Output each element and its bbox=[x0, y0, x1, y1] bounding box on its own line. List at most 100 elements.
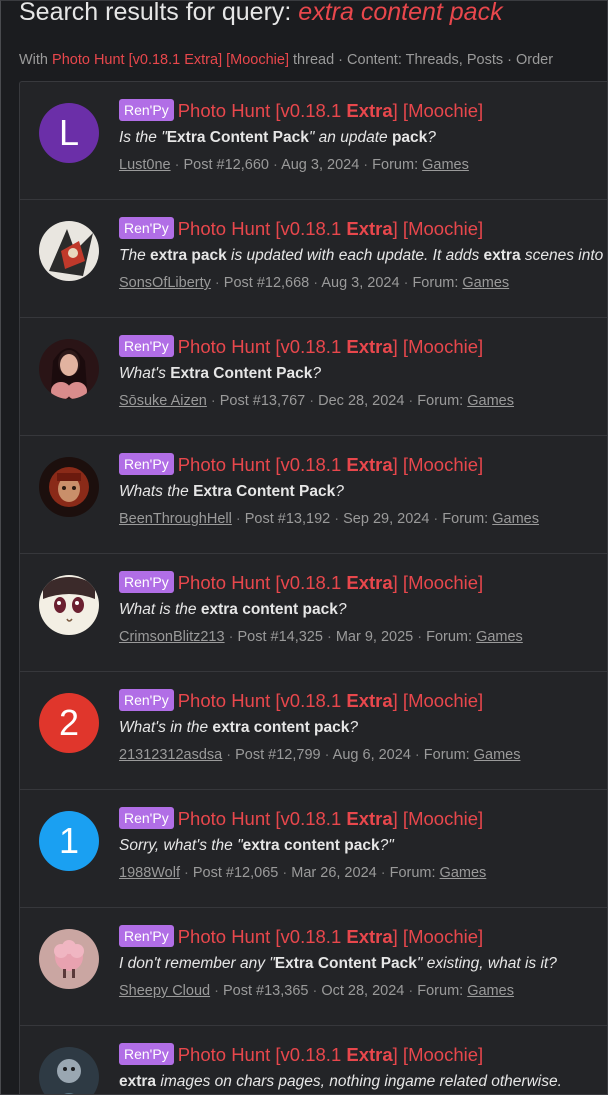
meta-separator: · bbox=[206, 393, 220, 409]
forum-link[interactable]: Games bbox=[440, 865, 487, 881]
post-date: Mar 9, 2025 bbox=[335, 629, 414, 645]
red-hair-avatar[interactable] bbox=[39, 457, 99, 517]
highlight-term: Extra Content Pack bbox=[274, 955, 417, 972]
result-title-line: Ren'Py Photo Hunt [v0.18.1 Extra] [Moochi… bbox=[119, 571, 483, 594]
username-link[interactable]: Lust0ne bbox=[119, 157, 171, 173]
avatar[interactable]: L bbox=[39, 103, 99, 163]
username-link[interactable]: 21312312asdsa bbox=[119, 747, 222, 763]
result-title-line: Ren'Py Photo Hunt [v0.18.1 Extra] [Moochi… bbox=[119, 925, 483, 948]
username-link[interactable]: BeenThroughHell bbox=[119, 511, 232, 527]
post-snippet: Sorry, what's the "extra content pack?" bbox=[119, 837, 394, 854]
thread-title-link[interactable]: Photo Hunt [v0.18.1 Extra] [Moochie] bbox=[178, 218, 483, 239]
post-number[interactable]: Post #13,365 bbox=[223, 983, 308, 999]
username-link[interactable]: Sōsuke Aizen bbox=[119, 393, 207, 409]
post-number[interactable]: Post #12,799 bbox=[235, 747, 320, 763]
highlight-term: extra content pack bbox=[242, 837, 380, 854]
search-result-item[interactable]: Ren'Py Photo Hunt [v0.18.1 Extra] [Moochi… bbox=[20, 436, 607, 554]
avatar[interactable]: 1 bbox=[39, 811, 99, 871]
highlight-term: Extra bbox=[346, 808, 393, 829]
result-title-line: Ren'Py Photo Hunt [v0.18.1 Extra] [Moochi… bbox=[119, 807, 483, 830]
post-number[interactable]: Post #13,767 bbox=[220, 393, 305, 409]
renpy-prefix-badge[interactable]: Ren'Py bbox=[119, 99, 174, 121]
anime-face-avatar[interactable] bbox=[39, 575, 99, 635]
post-date: Dec 28, 2024 bbox=[318, 393, 405, 409]
renpy-prefix-badge[interactable]: Ren'Py bbox=[119, 807, 174, 829]
highlight-term: pack bbox=[391, 129, 428, 146]
thread-title-link[interactable]: Photo Hunt [v0.18.1 Extra] [Moochie] bbox=[178, 454, 483, 475]
post-number[interactable]: Post #12,668 bbox=[224, 275, 309, 291]
post-date: Sep 29, 2024 bbox=[343, 511, 430, 527]
result-meta: BeenThroughHell · Post #13,192 · Sep 29,… bbox=[119, 511, 539, 527]
search-result-item[interactable]: Ren'Py Photo Hunt [v0.18.1 Extra] [Moochi… bbox=[20, 554, 607, 672]
post-snippet: The extra pack is updated with each upda… bbox=[119, 247, 604, 264]
avatar[interactable]: 2 bbox=[39, 693, 99, 753]
filter-suffix: thread · Content: Threads, Posts · Order bbox=[289, 52, 554, 68]
highlight-term: Extra bbox=[346, 926, 393, 947]
forum-label: Forum: bbox=[372, 157, 423, 173]
character-art-avatar[interactable] bbox=[39, 1047, 99, 1094]
thread-title-link[interactable]: Photo Hunt [v0.18.1 Extra] [Moochie] bbox=[178, 926, 483, 947]
post-date: Aug 6, 2024 bbox=[332, 747, 411, 763]
renpy-prefix-badge[interactable]: Ren'Py bbox=[119, 335, 174, 357]
forum-link[interactable]: Games bbox=[492, 511, 539, 527]
renpy-prefix-badge[interactable]: Ren'Py bbox=[119, 925, 174, 947]
renpy-prefix-badge[interactable]: Ren'Py bbox=[119, 571, 174, 593]
renpy-prefix-badge[interactable]: Ren'Py bbox=[119, 689, 174, 711]
username-link[interactable]: Sheepy Cloud bbox=[119, 983, 210, 999]
post-date: Aug 3, 2024 bbox=[321, 275, 400, 291]
thread-title-link[interactable]: Photo Hunt [v0.18.1 Extra] [Moochie] bbox=[178, 336, 483, 357]
search-query[interactable]: extra content pack bbox=[298, 1, 502, 26]
thread-title-link[interactable]: Photo Hunt [v0.18.1 Extra] [Moochie] bbox=[178, 100, 483, 121]
search-result-item[interactable]: 2 Ren'Py Photo Hunt [v0.18.1 Extra] [Mooch… bbox=[20, 672, 607, 790]
forum-link[interactable]: Games bbox=[476, 629, 523, 645]
forum-link[interactable]: Games bbox=[422, 157, 469, 173]
forum-link[interactable]: Games bbox=[467, 393, 514, 409]
post-number[interactable]: Post #12,065 bbox=[193, 865, 278, 881]
meta-separator: · bbox=[404, 983, 418, 999]
meta-separator: · bbox=[413, 629, 427, 645]
search-result-item[interactable]: Ren'Py Photo Hunt [v0.18.1 Extra] [Moochi… bbox=[20, 1026, 607, 1094]
username-link[interactable]: CrimsonBlitz213 bbox=[119, 629, 225, 645]
search-result-item[interactable]: 1 Ren'Py Photo Hunt [v0.18.1 Extra] [Mooch… bbox=[20, 790, 607, 908]
forum-label: Forum: bbox=[417, 983, 468, 999]
forum-link[interactable]: Games bbox=[462, 275, 509, 291]
highlight-term: extra pack bbox=[150, 247, 227, 264]
meta-separator: · bbox=[376, 865, 390, 881]
mech-art-avatar[interactable] bbox=[39, 221, 99, 281]
post-number[interactable]: Post #13,192 bbox=[245, 511, 330, 527]
woman-portrait-avatar[interactable] bbox=[39, 339, 99, 399]
forum-link[interactable]: Games bbox=[474, 747, 521, 763]
meta-separator: · bbox=[268, 157, 282, 173]
meta-separator: · bbox=[309, 275, 322, 291]
result-title-line: Ren'Py Photo Hunt [v0.18.1 Extra] [Moochi… bbox=[119, 689, 483, 712]
meta-separator: · bbox=[278, 865, 292, 881]
forum-link[interactable]: Games bbox=[467, 983, 514, 999]
result-meta: 21312312asdsa · Post #12,799 · Aug 6, 20… bbox=[119, 747, 520, 763]
result-title-line: Ren'Py Photo Hunt [v0.18.1 Extra] [Moochi… bbox=[119, 453, 483, 476]
filter-thread-link[interactable]: Photo Hunt [v0.18.1 Extra] [Moochie] bbox=[52, 52, 289, 68]
renpy-prefix-badge[interactable]: Ren'Py bbox=[119, 217, 174, 239]
renpy-prefix-badge[interactable]: Ren'Py bbox=[119, 453, 174, 475]
thread-title-link[interactable]: Photo Hunt [v0.18.1 Extra] [Moochie] bbox=[178, 1044, 483, 1065]
highlight-term: Extra Content Pack bbox=[170, 365, 313, 382]
username-link[interactable]: SonsOfLiberty bbox=[119, 275, 211, 291]
pink-sheep-avatar[interactable] bbox=[39, 929, 99, 989]
post-date: Aug 3, 2024 bbox=[281, 157, 360, 173]
post-number[interactable]: Post #14,325 bbox=[237, 629, 322, 645]
post-snippet: What's in the extra content pack? bbox=[119, 719, 359, 736]
search-result-item[interactable]: L Ren'Py Photo Hunt [v0.18.1 Extra] [Mooch… bbox=[20, 82, 607, 200]
thread-title-link[interactable]: Photo Hunt [v0.18.1 Extra] [Moochie] bbox=[178, 690, 483, 711]
forum-label: Forum: bbox=[412, 275, 463, 291]
meta-separator: · bbox=[308, 983, 322, 999]
search-result-item[interactable]: Ren'Py Photo Hunt [v0.18.1 Extra] [Moochi… bbox=[20, 908, 607, 1026]
meta-separator: · bbox=[180, 865, 193, 881]
renpy-prefix-badge[interactable]: Ren'Py bbox=[119, 1043, 174, 1065]
thread-title-link[interactable]: Photo Hunt [v0.18.1 Extra] [Moochie] bbox=[178, 572, 483, 593]
post-number[interactable]: Post #12,660 bbox=[184, 157, 269, 173]
thread-title-link[interactable]: Photo Hunt [v0.18.1 Extra] [Moochie] bbox=[178, 808, 483, 829]
highlight-term: Extra Content Pack bbox=[166, 129, 309, 146]
search-results-page: Search results for query: extra content … bbox=[0, 0, 608, 1095]
search-result-item[interactable]: Ren'Py Photo Hunt [v0.18.1 Extra] [Moochi… bbox=[20, 318, 607, 436]
search-result-item[interactable]: Ren'Py Photo Hunt [v0.18.1 Extra] [Moochi… bbox=[20, 200, 607, 318]
username-link[interactable]: 1988Wolf bbox=[119, 865, 180, 881]
